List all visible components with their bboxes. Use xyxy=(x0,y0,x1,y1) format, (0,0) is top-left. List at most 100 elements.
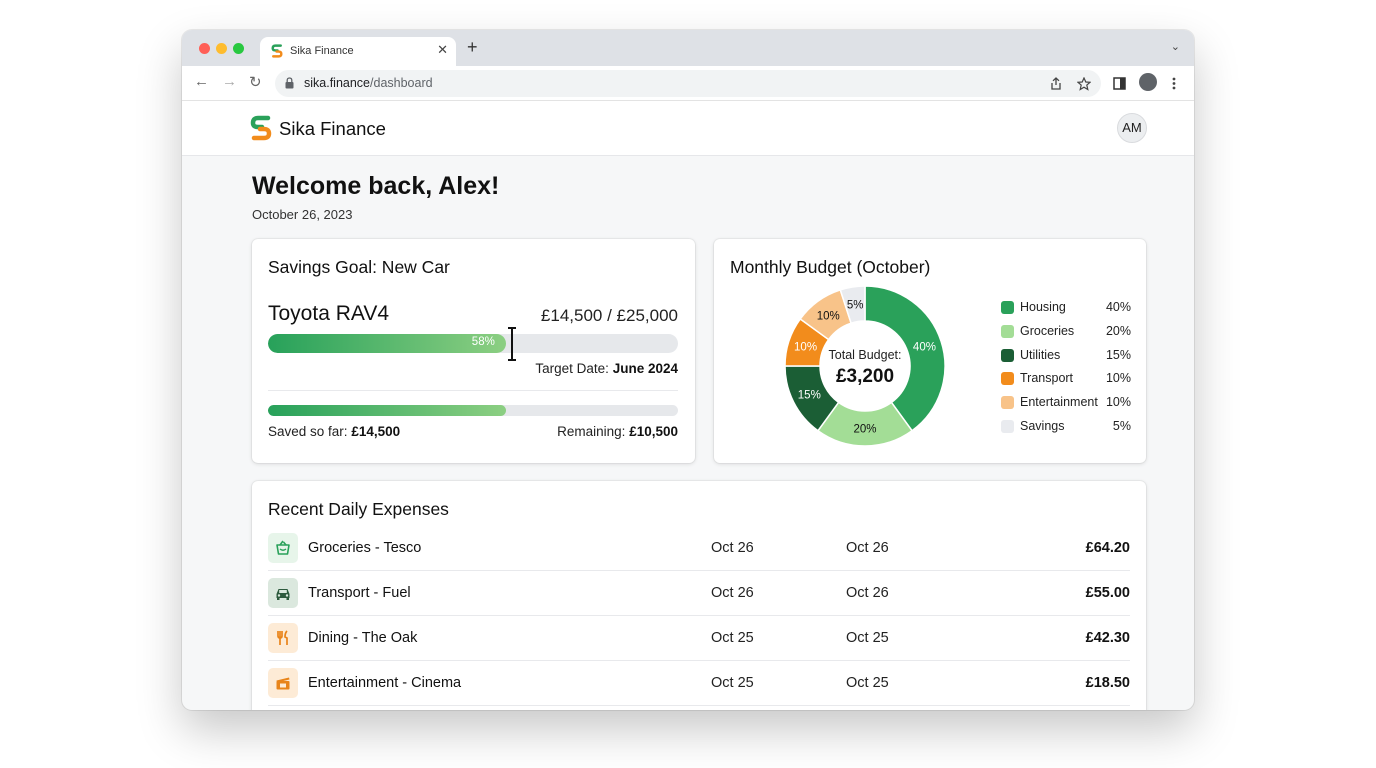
expense-date: Oct 26 xyxy=(711,585,754,601)
expenses-card-title: Recent Daily Expenses xyxy=(268,499,449,519)
expense-name: Dining - The Oak xyxy=(308,630,418,646)
legend-value: 10% xyxy=(1105,371,1131,386)
remaining-label: Remaining: xyxy=(557,424,626,439)
savings-divider xyxy=(268,390,678,391)
target-date-label: Target Date: xyxy=(535,361,609,376)
legend-value: 5% xyxy=(1112,418,1131,433)
expense-row[interactable]: Transport - Fuel Oct 26 Oct 26 £55.00 xyxy=(268,571,1130,616)
budget-legend: Housing 40% Groceries 20% Utilities 15% Transp… xyxy=(1001,299,1131,442)
legend-swatch xyxy=(1001,348,1014,362)
expense-date: Oct 25 xyxy=(711,630,754,646)
legend-item-transport[interactable]: Transport 10% xyxy=(1001,370,1131,394)
legend-label: Utilities xyxy=(1020,347,1061,362)
tab-title: Sika Finance xyxy=(290,45,354,57)
lock-icon xyxy=(285,77,294,89)
sika-favicon-icon xyxy=(271,44,283,58)
legend-swatch xyxy=(1001,324,1014,338)
legend-item-savings[interactable]: Savings 5% xyxy=(1001,418,1131,442)
legend-value: 15% xyxy=(1105,347,1131,362)
expense-posted-date: Oct 26 xyxy=(846,585,889,601)
donut-center-value: £3,200 xyxy=(836,366,894,387)
goal-name: Toyota RAV4 xyxy=(268,302,390,325)
brand-name[interactable]: Sika Finance xyxy=(279,118,386,140)
minimize-window-button[interactable] xyxy=(216,43,227,54)
remaining-amount: Remaining: £10,500 xyxy=(557,424,678,439)
sidepanel-icon[interactable] xyxy=(1113,77,1126,90)
current-date: October 26, 2023 xyxy=(252,207,353,222)
legend-value: 40% xyxy=(1105,300,1131,314)
user-avatar[interactable]: AM xyxy=(1117,113,1147,143)
star-icon[interactable] xyxy=(1077,77,1091,91)
budget-donut-chart[interactable]: 40% 20% 15% 10% 10% 5% Total Budget: £3,200 xyxy=(784,285,946,447)
legend-label: Entertainment xyxy=(1020,395,1098,410)
goal-progress-bar[interactable]: 58% xyxy=(268,334,678,353)
car-icon xyxy=(268,578,298,608)
address-bar[interactable]: sika.finance/dashboard xyxy=(275,70,1101,97)
donut-label-savings: 5% xyxy=(847,299,864,311)
profile-icon[interactable] xyxy=(1139,73,1157,91)
forward-button[interactable]: → xyxy=(222,73,237,90)
new-tab-button[interactable]: + xyxy=(467,37,478,58)
expense-row[interactable]: Groceries - Tesco Oct 26 Oct 26 £64.20 xyxy=(268,526,1130,571)
tab-bar: Sika Finance ✕ + ⌄ xyxy=(182,30,1194,66)
expense-date: Oct 25 xyxy=(711,675,754,691)
donut-label-groceries: 20% xyxy=(853,424,876,436)
recent-expenses-card: Recent Daily Expenses Groceries - Tesco … xyxy=(252,481,1146,710)
share-icon[interactable] xyxy=(1050,77,1062,90)
expense-name: Transport - Fuel xyxy=(308,585,411,601)
saved-progress-fill xyxy=(268,405,506,416)
saved-label: Saved so far: xyxy=(268,424,348,439)
legend-label: Groceries xyxy=(1020,323,1075,338)
budget-card-title: Monthly Budget (October) xyxy=(730,257,931,277)
donut-label-entertainment: 10% xyxy=(817,310,840,322)
tab-search-chevron-icon[interactable]: ⌄ xyxy=(1171,40,1180,53)
expense-posted-date: Oct 25 xyxy=(846,630,889,646)
browser-window: Sika Finance ✕ + ⌄ ← → ↻ sika.finance/da… xyxy=(182,30,1194,710)
expense-row[interactable]: Dining - The Oak Oct 25 Oct 25 £42.30 xyxy=(268,616,1130,661)
goal-amount: £14,500 / £25,000 xyxy=(540,306,678,325)
legend-item-entertainment[interactable]: Entertainment 10% xyxy=(1001,394,1131,418)
legend-label: Housing xyxy=(1020,300,1066,314)
url-text: sika.finance/dashboard xyxy=(304,76,433,90)
clapperboard-icon xyxy=(268,668,298,698)
url-path: /dashboard xyxy=(370,76,433,90)
legend-swatch xyxy=(1001,372,1014,386)
legend-label: Transport xyxy=(1020,371,1074,386)
savings-card-title: Savings Goal: New Car xyxy=(268,257,450,277)
goal-progress-label: 58% xyxy=(471,336,495,348)
text-cursor-icon xyxy=(508,327,516,361)
legend-value: 10% xyxy=(1105,395,1131,410)
expense-posted-date: Oct 25 xyxy=(846,675,889,691)
tab-close-icon[interactable]: ✕ xyxy=(437,42,448,58)
expense-row[interactable]: Entertainment - Cinema Oct 25 Oct 25 £18… xyxy=(268,661,1130,706)
sika-logo-icon[interactable] xyxy=(250,115,272,141)
legend-item-groceries[interactable]: Groceries 20% xyxy=(1001,323,1131,347)
remaining-value: £10,500 xyxy=(629,424,678,439)
legend-value: 20% xyxy=(1105,323,1131,338)
legend-item-utilities[interactable]: Utilities 15% xyxy=(1001,347,1131,371)
back-button[interactable]: ← xyxy=(194,73,209,90)
donut-label-utilities: 15% xyxy=(798,389,821,401)
expense-name: Groceries - Tesco xyxy=(308,540,422,556)
browser-toolbar: ← → ↻ sika.finance/dashboard xyxy=(182,66,1194,101)
legend-swatch xyxy=(1001,419,1014,433)
welcome-heading: Welcome back, Alex! xyxy=(252,172,500,200)
donut-label-housing: 40% xyxy=(913,342,936,354)
legend-swatch xyxy=(1001,301,1014,314)
maximize-window-button[interactable] xyxy=(233,43,244,54)
expense-amount: £55.00 xyxy=(1085,585,1130,601)
tab-sika-finance[interactable]: Sika Finance ✕ xyxy=(260,37,456,66)
legend-item-housing[interactable]: Housing 40% xyxy=(1001,299,1131,323)
target-date-value: June 2024 xyxy=(612,361,678,376)
app-header: Sika Finance AM xyxy=(182,101,1194,156)
reload-button[interactable]: ↻ xyxy=(249,73,262,91)
expense-amount: £64.20 xyxy=(1085,540,1130,556)
more-menu-icon[interactable] xyxy=(1172,77,1176,90)
donut-center-label: Total Budget: xyxy=(829,348,902,362)
expense-name: Entertainment - Cinema xyxy=(308,675,462,691)
saved-value: £14,500 xyxy=(351,424,401,439)
close-window-button[interactable] xyxy=(199,43,210,54)
expense-posted-date: Oct 26 xyxy=(846,540,889,556)
savings-goal-card: Savings Goal: New Car Toyota RAV4 £14,50… xyxy=(252,239,695,463)
legend-label: Savings xyxy=(1020,418,1065,433)
